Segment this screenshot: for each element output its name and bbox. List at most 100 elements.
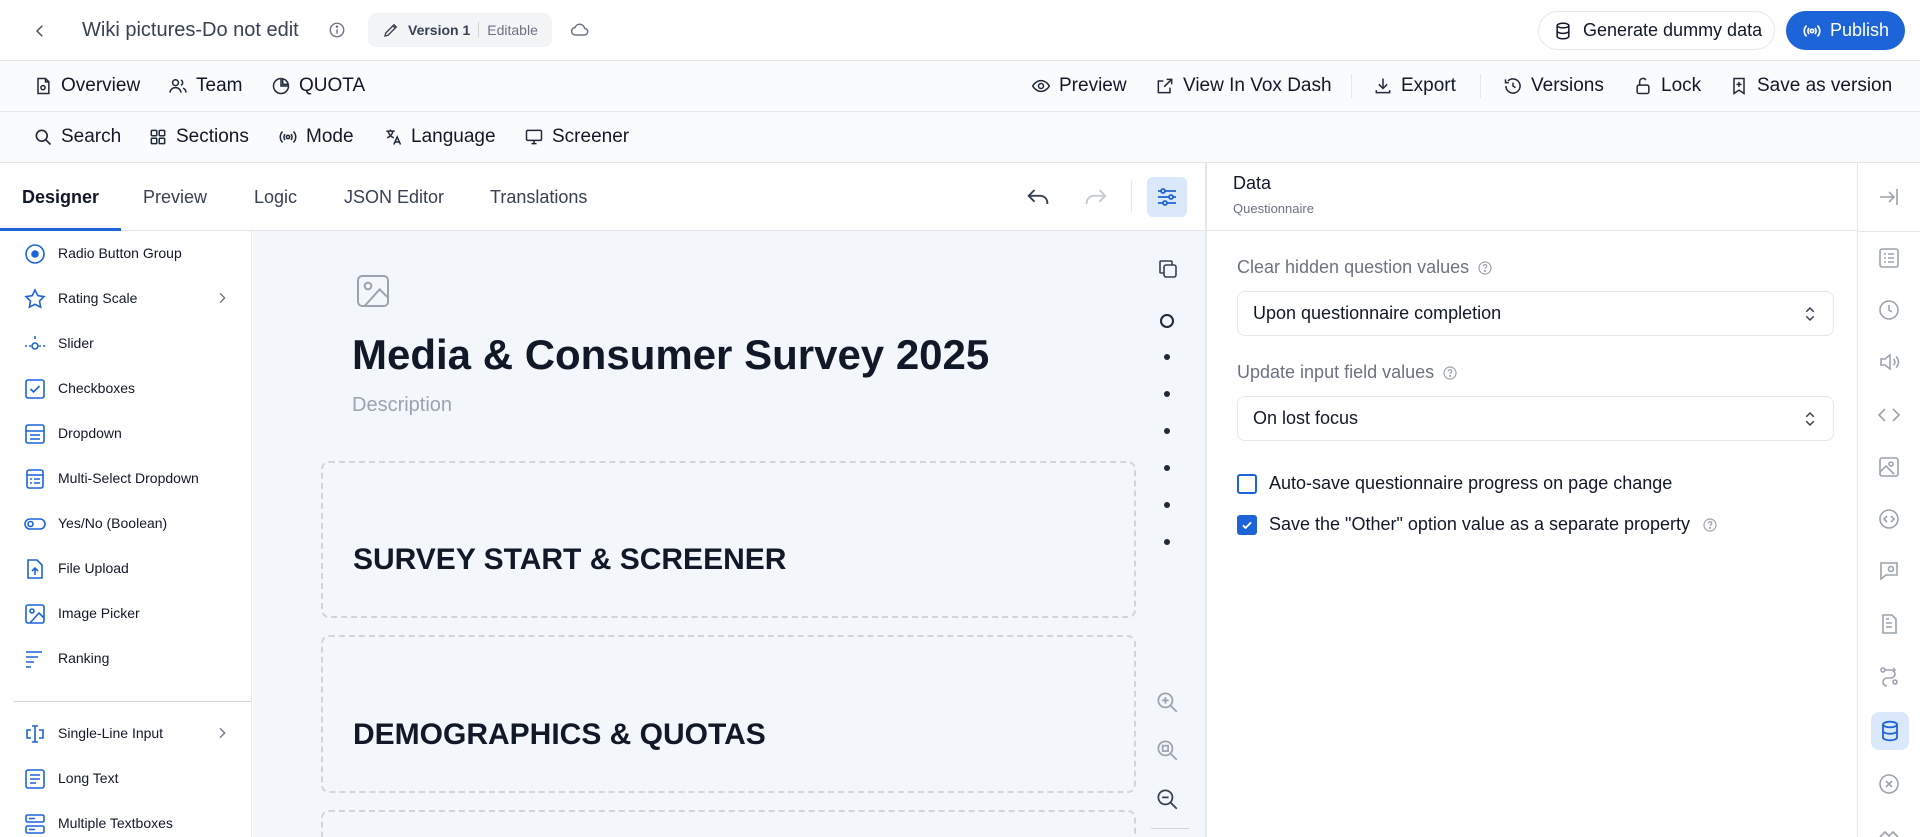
version-status: Editable — [487, 22, 538, 38]
survey-title[interactable]: Media & Consumer Survey 2025 — [352, 331, 989, 379]
page-nav-dot[interactable] — [1164, 391, 1170, 397]
document-icon[interactable] — [1877, 612, 1901, 636]
properties-panel: Data Questionnaire Clear hidden question… — [1205, 163, 1857, 837]
page-nav-dot[interactable] — [1164, 354, 1170, 360]
logic-flow-icon[interactable] — [1877, 664, 1901, 688]
general-list-icon[interactable] — [1877, 246, 1901, 270]
help-icon[interactable] — [1477, 260, 1493, 276]
zoom-fit-icon[interactable] — [1154, 737, 1180, 763]
toolbox-item-multi-select-dropdown[interactable]: Multi-Select Dropdown — [0, 456, 251, 501]
survey-page[interactable] — [321, 810, 1136, 837]
tab-json-editor[interactable]: JSON Editor — [344, 163, 444, 231]
tab-logic[interactable]: Logic — [254, 163, 297, 231]
image-settings-icon[interactable] — [1877, 455, 1901, 479]
question-toolbox: Radio Button Group Rating Scale Slider C… — [0, 231, 252, 837]
toolbox-item-rating-scale[interactable]: Rating Scale — [0, 276, 251, 321]
clear-hidden-select[interactable]: Upon questionnaire completion — [1237, 291, 1834, 336]
toolbox-item-dropdown[interactable]: Dropdown — [0, 411, 251, 456]
info-icon[interactable] — [328, 21, 346, 39]
more-icon[interactable] — [1877, 823, 1901, 837]
autosave-option[interactable]: Auto-save questionnaire progress on page… — [1237, 473, 1672, 494]
redo-icon[interactable] — [1082, 183, 1110, 211]
toolbox-item-multiple-textboxes[interactable]: Multiple Textboxes — [0, 801, 251, 837]
autosave-checkbox[interactable] — [1237, 473, 1257, 494]
survey-description[interactable]: Description — [352, 394, 452, 417]
page-nav-dot[interactable] — [1164, 428, 1170, 434]
toolbox-item-radio-button-group[interactable]: Radio Button Group — [0, 231, 251, 276]
users-icon — [169, 79, 187, 93]
tool-search-label: Search — [61, 126, 122, 147]
speaker-icon[interactable] — [1877, 350, 1901, 374]
nav-team[interactable]: Team — [168, 61, 242, 111]
toolbox-item-yes-no-boolean[interactable]: Yes/No (Boolean) — [0, 501, 251, 546]
document-title[interactable]: Wiki pictures-Do not edit — [82, 17, 299, 43]
page-nav-dot[interactable] — [1164, 465, 1170, 471]
chevron-right-icon[interactable] — [214, 290, 230, 306]
image-placeholder-icon[interactable] — [353, 271, 393, 311]
toolbox-item-label: Image Picker — [58, 605, 140, 621]
tool-language[interactable]: Language — [383, 112, 496, 162]
generate-dummy-data-button[interactable]: Generate dummy data — [1538, 11, 1776, 50]
settings-chat-icon[interactable] — [1877, 559, 1901, 583]
eye-code-icon[interactable] — [1877, 507, 1901, 531]
tool-search[interactable]: Search — [33, 112, 121, 162]
toolbox-item-long-text[interactable]: Long Text — [0, 756, 251, 801]
page-title[interactable]: DEMOGRAPHICS & QUOTAS — [353, 718, 766, 752]
help-icon[interactable] — [1442, 365, 1458, 381]
nav-export[interactable]: Export — [1373, 61, 1456, 111]
copy-icon[interactable] — [1156, 257, 1180, 281]
code-icon[interactable] — [1877, 403, 1901, 427]
zoom-in-icon[interactable] — [1154, 689, 1180, 715]
tab-translations[interactable]: Translations — [490, 163, 587, 231]
nav-view-in-vox-dash[interactable]: View In Vox Dash — [1155, 61, 1332, 111]
nav-overview[interactable]: Overview — [33, 61, 140, 111]
page-nav-dot[interactable] — [1164, 502, 1170, 508]
survey-page[interactable]: DEMOGRAPHICS & QUOTAS — [321, 635, 1136, 793]
help-icon[interactable] — [1702, 517, 1718, 533]
save-other-checkbox[interactable] — [1237, 514, 1257, 535]
nav-vox-dash-label: View In Vox Dash — [1183, 75, 1332, 96]
toolbox-item-image-picker[interactable]: Image Picker — [0, 591, 251, 636]
save-other-label: Save the "Other" option value as a separ… — [1269, 514, 1691, 534]
toolbox-item-checkboxes[interactable]: Checkboxes — [0, 366, 251, 411]
tool-mode[interactable]: Mode — [278, 112, 354, 162]
cloud-sync-icon[interactable] — [570, 20, 590, 40]
toolbox-item-single-line-input[interactable]: Single-Line Input — [0, 711, 251, 756]
chevron-right-icon[interactable] — [214, 725, 230, 741]
circle-x-icon[interactable] — [1877, 772, 1901, 796]
tab-preview[interactable]: Preview — [143, 163, 207, 231]
page-title[interactable]: SURVEY START & SCREENER — [353, 543, 786, 577]
back-button[interactable] — [26, 17, 54, 45]
chevron-up-down-icon — [1805, 306, 1815, 322]
nav-preview[interactable]: Preview — [1031, 61, 1127, 111]
toolbox-item-file-upload[interactable]: File Upload — [0, 546, 251, 591]
version-selector[interactable]: Version 1 Editable — [368, 13, 552, 47]
undo-icon[interactable] — [1024, 183, 1052, 211]
save-other-option[interactable]: Save the "Other" option value as a separ… — [1237, 514, 1718, 535]
designer-tabs: Designer Preview Logic JSON Editor Trans… — [0, 163, 1205, 231]
page-nav-dot[interactable] — [1164, 539, 1170, 545]
tab-designer[interactable]: Designer — [22, 163, 99, 231]
nav-lock[interactable]: Lock — [1633, 61, 1701, 111]
collapse-panel-icon[interactable] — [1877, 185, 1901, 209]
sliders-icon — [1158, 188, 1176, 206]
survey-page[interactable]: SURVEY START & SCREENER — [321, 461, 1136, 618]
update-input-select[interactable]: On lost focus — [1237, 396, 1834, 441]
tool-sections[interactable]: Sections — [148, 112, 249, 162]
tool-mode-label: Mode — [306, 126, 354, 147]
nav-quota[interactable]: QUOTA — [271, 61, 365, 111]
publish-button[interactable]: Publish — [1786, 11, 1905, 50]
data-database-icon[interactable] — [1871, 712, 1909, 750]
tool-screener[interactable]: Screener — [524, 112, 629, 162]
clock-icon[interactable] — [1877, 298, 1901, 322]
zoom-out-icon[interactable] — [1154, 786, 1180, 812]
nav-versions[interactable]: Versions — [1503, 61, 1604, 111]
toolbox-item-ranking[interactable]: Ranking — [0, 636, 251, 681]
settings-panel-toggle[interactable] — [1147, 177, 1187, 217]
broadcast-icon — [279, 131, 297, 143]
nav-save-as-version[interactable]: Save as version — [1729, 61, 1892, 111]
toolbox-item-label: Yes/No (Boolean) — [58, 515, 168, 531]
page-nav-dot[interactable] — [1160, 314, 1174, 328]
search-icon — [35, 129, 52, 146]
toolbox-item-slider[interactable]: Slider — [0, 321, 251, 366]
